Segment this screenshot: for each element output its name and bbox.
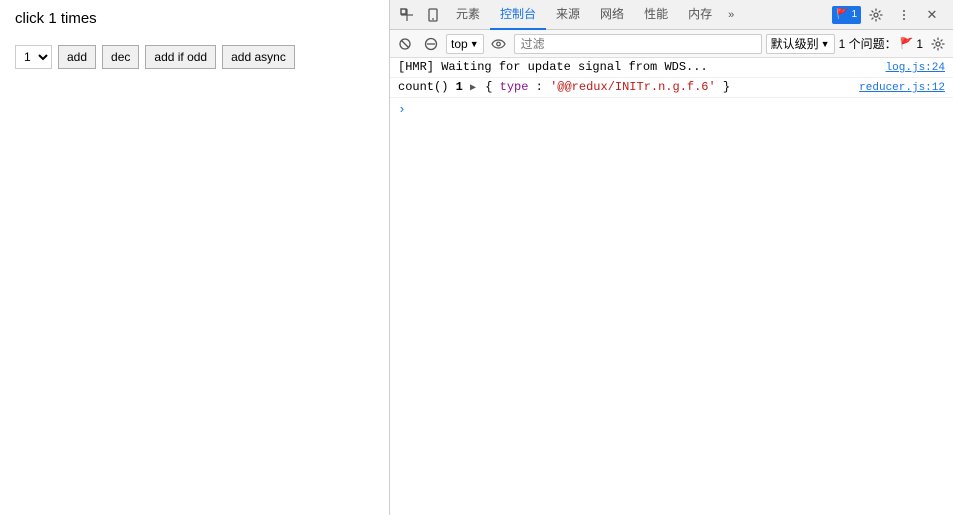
log-source-link[interactable]: log.js:24 bbox=[886, 62, 945, 74]
number-select[interactable]: 1 2 3 bbox=[15, 45, 52, 69]
add-if-odd-button[interactable]: add if odd bbox=[145, 45, 216, 69]
console-count-line: count() 1 ▶ { type : '@@redux/INITr.n.g.… bbox=[390, 78, 953, 98]
close-icon[interactable]: ✕ bbox=[919, 2, 945, 28]
device-icon[interactable] bbox=[420, 2, 446, 28]
devtools-panel: 元素 控制台 来源 网络 性能 内存 » 🚩 1 bbox=[390, 0, 953, 515]
tab-elements[interactable]: 元素 bbox=[446, 0, 490, 30]
hmr-log-text: [HMR] Waiting for update signal from WDS… bbox=[398, 60, 878, 74]
flag-icon-small: 🚩 bbox=[900, 37, 914, 50]
prompt-chevron-icon[interactable]: › bbox=[398, 102, 406, 117]
log-level-selector[interactable]: 默认级别 ▼ bbox=[766, 34, 835, 54]
brace-close: } bbox=[723, 80, 730, 94]
brace-open: { bbox=[485, 80, 492, 94]
count-line-content: count() 1 ▶ { type : '@@redux/INITr.n.g.… bbox=[398, 80, 851, 94]
flag-icon: 🚩 bbox=[836, 9, 848, 20]
more-tabs-button[interactable]: » bbox=[722, 5, 740, 25]
console-settings-icon[interactable] bbox=[927, 33, 949, 55]
click-counter-title: click 1 times bbox=[15, 10, 374, 27]
left-panel: click 1 times 1 2 3 add dec add if odd a… bbox=[0, 0, 390, 515]
context-selector[interactable]: top ▼ bbox=[446, 34, 484, 54]
filter-input[interactable] bbox=[514, 34, 762, 54]
issues-badge[interactable]: 🚩 1 bbox=[832, 6, 861, 24]
add-async-button[interactable]: add async bbox=[222, 45, 295, 69]
tab-network[interactable]: 网络 bbox=[590, 0, 634, 30]
dec-button[interactable]: dec bbox=[102, 45, 139, 69]
ban-icon[interactable] bbox=[420, 33, 442, 55]
count-value: 1 bbox=[456, 80, 470, 94]
type-key: type bbox=[500, 80, 529, 94]
tab-console[interactable]: 控制台 bbox=[490, 0, 546, 30]
reducer-source-link[interactable]: reducer.js:12 bbox=[859, 82, 945, 94]
issues-count-badge: 1 个问题： 🚩 1 bbox=[839, 35, 923, 52]
inspect-icon[interactable] bbox=[394, 2, 420, 28]
clear-console-icon[interactable] bbox=[394, 33, 416, 55]
tab-performance[interactable]: 性能 bbox=[634, 0, 678, 30]
console-prompt: › bbox=[390, 98, 953, 121]
tab-sources[interactable]: 来源 bbox=[546, 0, 590, 30]
add-button[interactable]: add bbox=[58, 45, 96, 69]
console-output: [HMR] Waiting for update signal from WDS… bbox=[390, 58, 953, 515]
colon: : bbox=[536, 80, 550, 94]
console-log-line: [HMR] Waiting for update signal from WDS… bbox=[390, 58, 953, 78]
type-value: '@@redux/INITr.n.g.f.6' bbox=[550, 80, 716, 94]
eye-icon[interactable] bbox=[488, 33, 510, 55]
console-toolbar: top ▼ 默认级别 ▼ 1 个问题： 🚩 1 bbox=[390, 30, 953, 58]
tab-memory[interactable]: 内存 bbox=[678, 0, 722, 30]
more-options-icon[interactable] bbox=[891, 2, 917, 28]
chevron-down-icon: ▼ bbox=[470, 39, 479, 49]
controls-bar: 1 2 3 add dec add if odd add async bbox=[15, 45, 374, 69]
count-func: count() bbox=[398, 80, 456, 94]
chevron-down-icon: ▼ bbox=[821, 39, 830, 49]
expand-arrow[interactable]: ▶ bbox=[470, 83, 476, 94]
devtools-right-icons: 🚩 1 ✕ bbox=[832, 2, 949, 28]
settings-gear-icon[interactable] bbox=[863, 2, 889, 28]
devtools-tab-bar: 元素 控制台 来源 网络 性能 内存 » 🚩 1 bbox=[390, 0, 953, 30]
